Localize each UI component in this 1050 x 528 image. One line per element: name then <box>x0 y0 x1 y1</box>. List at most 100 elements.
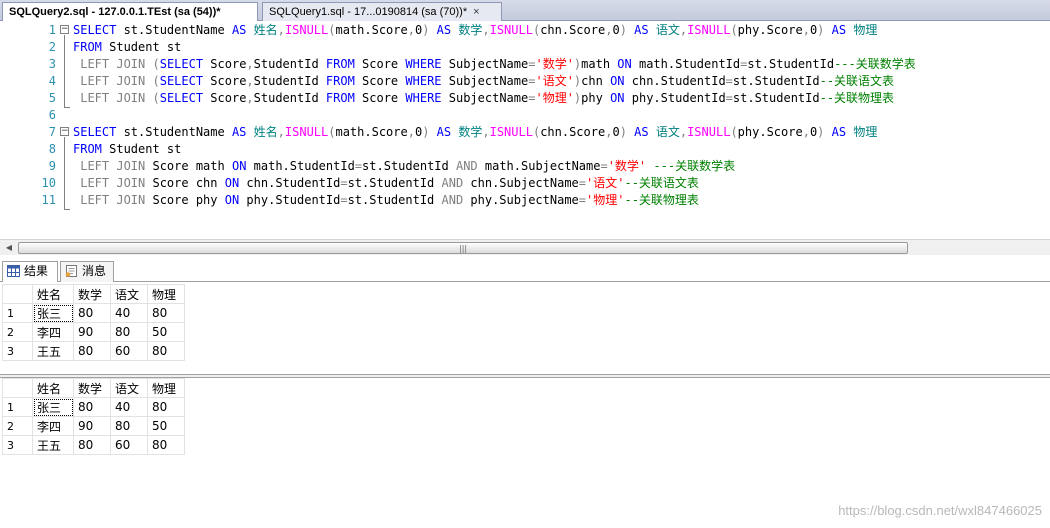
code-token: SELECT <box>159 74 211 88</box>
code-token: math.StudentId <box>638 57 741 71</box>
scrollbar-thumb[interactable]: ||| <box>18 242 908 254</box>
code-token: phy.Score <box>737 125 803 139</box>
grid-cell[interactable]: 90 <box>73 322 111 342</box>
tab-messages[interactable]: 消息 <box>60 261 114 282</box>
table-row[interactable]: 1 张三 80 40 80 <box>2 397 185 417</box>
grid-cell[interactable]: 80 <box>110 416 148 436</box>
code-line[interactable]: LEFT JOIN Score chn ON chn.StudentId=st.… <box>73 175 699 192</box>
code-line[interactable]: SELECT st.StudentName AS 姓名,ISNULL(math.… <box>73 124 877 141</box>
grid-cell[interactable]: 张三 <box>32 303 74 323</box>
watermark: https://blog.csdn.net/wxl847466025 <box>838 503 1042 518</box>
line-number: 1 <box>48 23 56 37</box>
code-token: ) <box>422 125 437 139</box>
grid-cell[interactable]: 张三 <box>32 397 74 417</box>
code-token: SELECT <box>73 23 124 37</box>
code-token: SubjectName <box>448 57 529 71</box>
code-line[interactable]: FROM Student st <box>73 39 181 56</box>
code-token: FROM <box>325 91 363 105</box>
code-token: phy <box>581 91 611 105</box>
tab-label: SQLQuery2.sql - 127.0.0.1.TEst (sa (54))… <box>9 6 221 18</box>
table-row[interactable]: 2 李四 90 80 50 <box>2 416 185 436</box>
code-token: , <box>802 125 810 139</box>
grid-cell[interactable]: 80 <box>73 435 111 455</box>
code-line[interactable]: LEFT JOIN (SELECT Score,StudentId FROM S… <box>73 56 916 73</box>
results-pane: 姓名 数学 语文 物理 1 张三 80 40 80 2 李四 90 80 50 3 王五 80 60 80 姓名 数学… <box>0 282 1050 528</box>
query-editor[interactable]: 1 2 3 4 5 6 7 8 9 10 11 − − SELECT st.StudentName … <box>0 21 1050 238</box>
collapse-icon[interactable]: − <box>60 127 69 136</box>
column-header[interactable]: 数学 <box>73 284 111 304</box>
row-number[interactable]: 1 <box>2 397 33 417</box>
grid-cell[interactable]: 80 <box>147 435 185 455</box>
horizontal-scrollbar[interactable]: ◀ ||| <box>0 239 1050 255</box>
line-number: 11 <box>41 193 56 207</box>
grid-cell[interactable]: 80 <box>73 341 111 361</box>
grid-cell[interactable]: 80 <box>73 303 111 323</box>
code-token: = <box>725 74 733 88</box>
tab-results[interactable]: 结果 <box>2 261 58 282</box>
grid-corner[interactable] <box>2 378 33 398</box>
grid-cell[interactable]: 80 <box>147 397 185 417</box>
grid-cell[interactable]: 80 <box>147 341 185 361</box>
result-grid-1[interactable]: 姓名 数学 语文 物理 1 张三 80 40 80 2 李四 90 80 50 3 王五 80 60 80 <box>2 284 1048 374</box>
grid-cell[interactable]: 王五 <box>32 435 74 455</box>
column-header[interactable]: 姓名 <box>32 378 74 398</box>
code-token: ISNULL <box>687 23 731 37</box>
grid-cell[interactable]: 50 <box>147 416 185 436</box>
code-token: st.StudentId <box>362 159 456 173</box>
code-line[interactable]: LEFT JOIN (SELECT Score,StudentId FROM S… <box>73 90 894 107</box>
code-line[interactable]: SELECT st.StudentName AS 姓名,ISNULL(math.… <box>73 22 877 39</box>
tab-sqlquery1[interactable]: SQLQuery1.sql - 17...0190814 (sa (70))* … <box>262 2 502 21</box>
grid-cell[interactable]: 90 <box>73 416 111 436</box>
code-line[interactable]: FROM Student st <box>73 141 181 158</box>
row-number[interactable]: 2 <box>2 416 33 436</box>
grid-cell[interactable]: 40 <box>110 303 148 323</box>
code-token: math <box>581 57 618 71</box>
code-token: ( <box>152 57 160 71</box>
table-row[interactable]: 1 张三 80 40 80 <box>2 303 185 323</box>
table-row[interactable]: 3 王五 80 60 80 <box>2 435 185 455</box>
code-line[interactable]: LEFT JOIN Score phy ON phy.StudentId=st.… <box>73 192 699 209</box>
column-header[interactable]: 语文 <box>110 378 148 398</box>
row-number[interactable]: 3 <box>2 341 33 361</box>
grid-cell[interactable]: 80 <box>110 322 148 342</box>
column-header[interactable]: 物理 <box>147 378 185 398</box>
code-token: phy.StudentId <box>246 193 341 207</box>
tab-label: SQLQuery1.sql - 17...0190814 (sa (70))* <box>269 6 468 18</box>
grid-cell[interactable]: 60 <box>110 435 148 455</box>
grid-cell[interactable]: 王五 <box>32 341 74 361</box>
grid-corner[interactable] <box>2 284 33 304</box>
code-token: ISNULL <box>489 23 533 37</box>
code-token: ON <box>224 193 247 207</box>
scroll-left-icon[interactable]: ◀ <box>3 242 15 254</box>
collapse-icon[interactable]: − <box>60 25 69 34</box>
code-token: LEFT JOIN <box>73 74 153 88</box>
code-token: '语文' <box>535 74 574 88</box>
grid-cell[interactable]: 80 <box>147 303 185 323</box>
row-number[interactable]: 3 <box>2 435 33 455</box>
table-row[interactable]: 2 李四 90 80 50 <box>2 322 185 342</box>
code-token: math.SubjectName <box>484 159 601 173</box>
result-table: 姓名 数学 语文 物理 1 张三 80 40 80 2 李四 90 80 50 3 王五 80 60 80 <box>2 378 185 455</box>
column-header[interactable]: 语文 <box>110 284 148 304</box>
code-line[interactable]: LEFT JOIN Score math ON math.StudentId=s… <box>73 158 735 175</box>
row-number[interactable]: 2 <box>2 322 33 342</box>
grid-cell[interactable]: 李四 <box>32 416 74 436</box>
row-number[interactable]: 1 <box>2 303 33 323</box>
grid-cell[interactable]: 李四 <box>32 322 74 342</box>
code-token: AS <box>634 23 656 37</box>
column-header[interactable]: 数学 <box>73 378 111 398</box>
column-header[interactable]: 姓名 <box>32 284 74 304</box>
code-token: AS <box>436 125 459 139</box>
table-row[interactable]: 3 王五 80 60 80 <box>2 341 185 361</box>
grid-cell[interactable]: 50 <box>147 322 185 342</box>
grid-cell[interactable]: 40 <box>110 397 148 417</box>
grid-cell[interactable]: 80 <box>73 397 111 417</box>
code-token: math.StudentId <box>253 159 355 173</box>
column-header[interactable]: 物理 <box>147 284 185 304</box>
code-token: , <box>802 23 810 37</box>
grid-cell[interactable]: 60 <box>110 341 148 361</box>
close-icon[interactable]: × <box>473 3 479 21</box>
code-line[interactable]: LEFT JOIN (SELECT Score,StudentId FROM S… <box>73 73 894 90</box>
line-number: 3 <box>48 57 56 71</box>
tab-sqlquery2[interactable]: SQLQuery2.sql - 127.0.0.1.TEst (sa (54))… <box>2 2 258 21</box>
